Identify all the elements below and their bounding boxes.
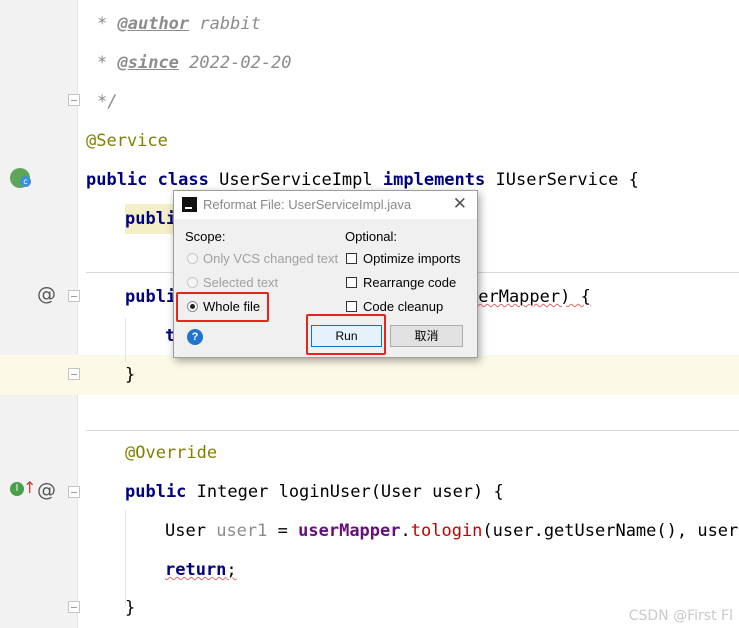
method-body-line: User user1 = userMapper.tologin(user.get…	[165, 521, 739, 541]
whole-file-highlight-box	[176, 292, 269, 322]
fold-marker-icon[interactable]	[68, 601, 80, 613]
indent-guide	[125, 318, 126, 362]
annotation-service: @Service	[86, 131, 168, 151]
annotation-override: @Override	[125, 443, 218, 463]
current-line-highlight	[0, 355, 739, 395]
javadoc-since-line: * @since 2022-02-20	[97, 53, 292, 73]
indent-guide	[125, 510, 126, 606]
scope-selected-radio[interactable]	[187, 277, 198, 288]
fold-marker-icon[interactable]	[68, 94, 80, 106]
scope-label: Scope:	[185, 229, 226, 244]
intellij-app-icon	[182, 197, 197, 212]
at-icon[interactable]: @	[37, 283, 56, 305]
javadoc-end-line: */	[97, 92, 118, 112]
fold-marker-icon[interactable]	[68, 486, 80, 498]
optimize-imports-label[interactable]: Optimize imports	[363, 251, 461, 266]
dialog-titlebar: Reformat File: UserServiceImpl.java ✕	[174, 191, 477, 219]
field-declaration-line: publi	[125, 204, 177, 234]
implements-marker-icon[interactable]: I	[10, 482, 24, 496]
optional-label: Optional:	[345, 229, 398, 244]
close-icon[interactable]: ✕	[453, 194, 467, 214]
code-cleanup-checkbox[interactable]	[346, 301, 357, 312]
method-close-brace: }	[125, 598, 136, 618]
javadoc-tag: @author	[117, 14, 190, 34]
fold-marker-icon[interactable]	[68, 368, 80, 380]
javadoc-tag: @since	[117, 53, 179, 73]
class-badge-icon: c	[20, 176, 31, 187]
dialog-title: Reformat File: UserServiceImpl.java	[203, 197, 412, 212]
at-icon[interactable]: @	[37, 479, 56, 501]
editor-gutter	[0, 0, 77, 628]
cancel-button[interactable]: 取消	[390, 325, 463, 347]
up-arrow-icon[interactable]: ↑	[23, 478, 36, 497]
watermark: CSDN @First Fl	[628, 608, 733, 624]
rearrange-code-checkbox[interactable]	[346, 277, 357, 288]
help-icon[interactable]: ?	[187, 329, 203, 345]
code-cleanup-label[interactable]: Code cleanup	[363, 299, 443, 314]
optimize-imports-checkbox[interactable]	[346, 253, 357, 264]
fold-marker-icon[interactable]	[68, 290, 80, 302]
return-line: return;	[165, 560, 237, 580]
run-button-highlight-box	[306, 314, 386, 355]
rearrange-code-label[interactable]: Rearrange code	[363, 275, 456, 290]
scope-selected-label[interactable]: Selected text	[203, 275, 278, 290]
constructor-close-brace: }	[125, 365, 136, 385]
spring-bean-class-icon[interactable]: c	[10, 168, 31, 188]
scope-vcs-radio[interactable]	[187, 253, 198, 264]
scope-vcs-label[interactable]: Only VCS changed text	[203, 251, 338, 266]
constructor-params-tail: serMapper) {	[468, 287, 591, 307]
method-declaration-line: public Integer loginUser(User user) {	[125, 482, 504, 502]
javadoc-author-line: * @author rabbit	[97, 14, 261, 34]
method-separator	[86, 430, 739, 431]
constructor-line: publi	[125, 287, 177, 307]
